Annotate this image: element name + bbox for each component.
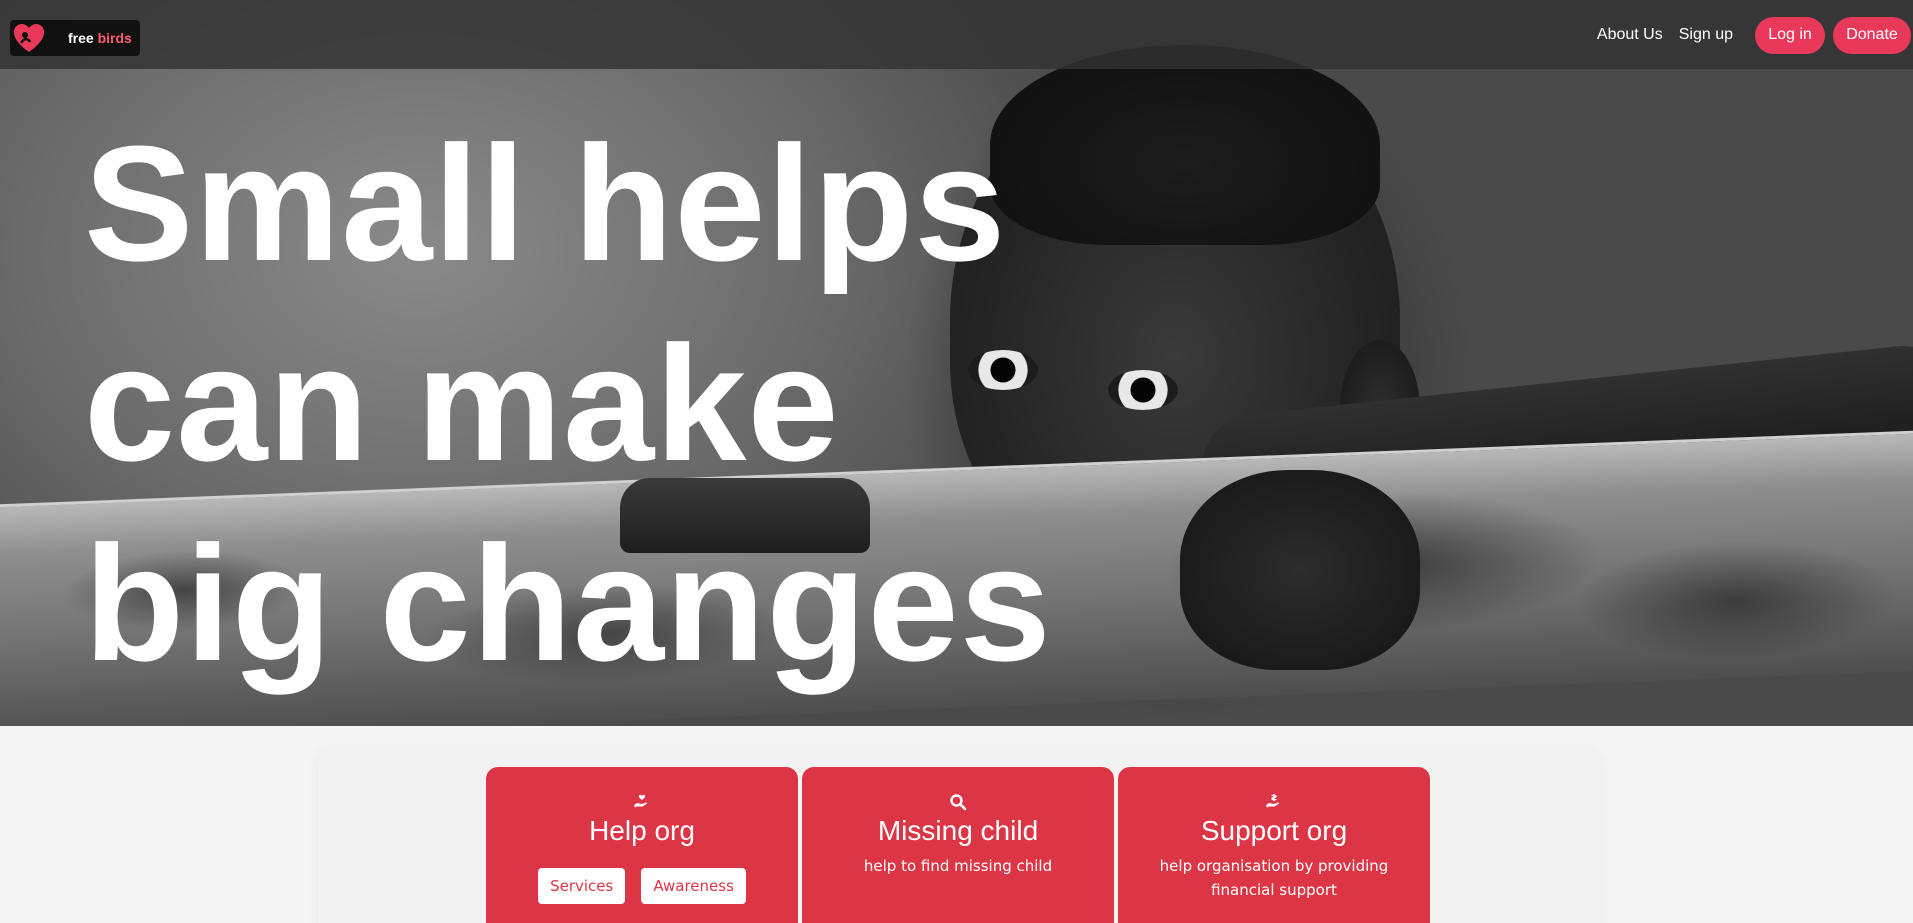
- log-in-button[interactable]: Log in: [1755, 16, 1825, 54]
- hero-photo-hand: [1180, 470, 1420, 670]
- top-navbar: free birds About Us Sign up Log in Donat…: [0, 0, 1913, 69]
- hero-photo-hair: [990, 45, 1380, 245]
- hero-headline-line1: Small helps: [84, 112, 1007, 295]
- nav-links: About Us Sign up Log in Donate: [1597, 16, 1913, 54]
- hand-holding-dollar-icon: [1266, 794, 1280, 808]
- hero-photo-eye-right: [1108, 370, 1178, 410]
- brand-word-free: free: [68, 30, 94, 46]
- brand-word-birds: birds: [97, 30, 132, 46]
- services-button[interactable]: Services: [538, 868, 626, 904]
- card-title: Support org: [1200, 815, 1348, 846]
- hand-holding-heart-icon: [634, 794, 648, 808]
- card-missing-child[interactable]: Missing child help to find missing child: [802, 767, 1114, 923]
- donate-button[interactable]: Donate: [1833, 16, 1911, 54]
- hero-headline-line3: big changes: [84, 512, 1052, 695]
- hero-headline-line2: can make: [84, 312, 840, 495]
- heart-bird-icon: [10, 20, 48, 56]
- search-icon: [950, 794, 967, 811]
- card-description: help to find missing child: [863, 857, 1053, 875]
- card-description: help organisation by providing financial…: [1159, 857, 1389, 899]
- sign-up-link[interactable]: Sign up: [1679, 26, 1733, 44]
- hero-headline: Small helps can make big changes: [84, 104, 1052, 704]
- hero-section: Small helps can make big changes: [0, 0, 1913, 726]
- brand-name: free birds: [68, 30, 132, 46]
- card-title: Help org: [589, 815, 695, 846]
- awareness-button[interactable]: Awareness: [641, 868, 746, 904]
- card-buttons: Services Awareness: [486, 868, 798, 904]
- about-us-link[interactable]: About Us: [1597, 26, 1663, 44]
- card-help-org[interactable]: Help org Services Awareness: [486, 767, 798, 923]
- card-support-org[interactable]: Support org help organisation by providi…: [1118, 767, 1430, 923]
- brand-logo[interactable]: free birds: [10, 20, 140, 56]
- card-title: Missing child: [877, 815, 1039, 846]
